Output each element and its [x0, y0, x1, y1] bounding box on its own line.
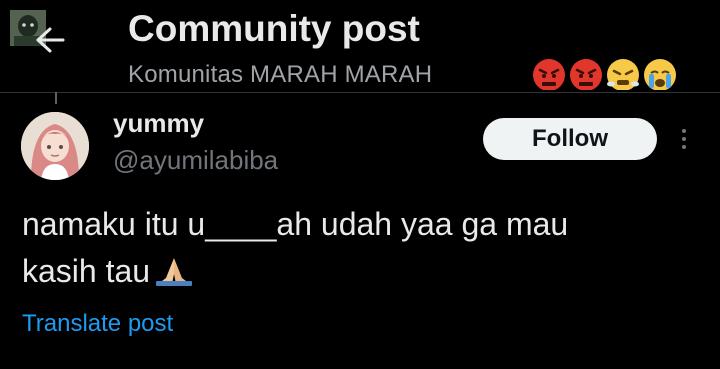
community-name[interactable]: Komunitas MARAH MARAH	[128, 61, 432, 89]
thread-line	[55, 92, 57, 104]
top-bar: Community post Komunitas MARAH MARAH	[0, 0, 720, 93]
translate-post-link[interactable]: Translate post	[22, 310, 173, 338]
follow-button[interactable]: Follow	[483, 118, 657, 160]
more-dot	[682, 129, 686, 133]
steam-face-icon	[606, 58, 640, 90]
avatar[interactable]	[21, 112, 89, 180]
praying-hands-icon	[154, 252, 194, 286]
back-arrow-icon[interactable]	[30, 22, 70, 58]
more-dot	[682, 137, 686, 141]
author-handle[interactable]: @ayumilabiba	[113, 145, 278, 176]
community-emojis	[532, 58, 677, 90]
post-text-line-2: kasih tau	[22, 248, 682, 295]
page-title: Community post	[128, 8, 420, 49]
author-display-name[interactable]: yummy	[113, 108, 204, 139]
angry-face-icon	[569, 58, 603, 90]
more-options-icon[interactable]	[672, 124, 696, 154]
post-text-line-1: namaku itu u____ah udah yaa ga mau	[22, 206, 569, 242]
post-text: namaku itu u____ah udah yaa ga mau kasih…	[22, 201, 682, 295]
angry-face-icon	[532, 58, 566, 90]
crying-face-icon	[643, 58, 677, 90]
post-text-line-2-text: kasih tau	[22, 253, 151, 289]
more-dot	[682, 145, 686, 149]
